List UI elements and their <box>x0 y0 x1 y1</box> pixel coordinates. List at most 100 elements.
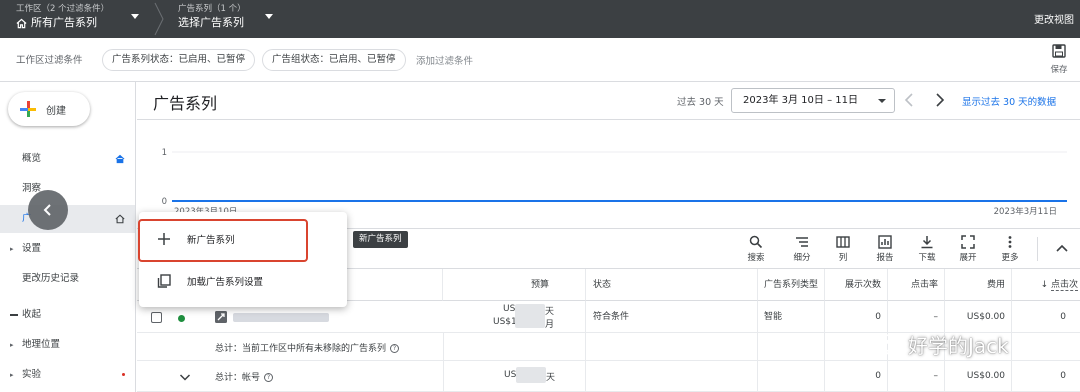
chevron-left-icon[interactable] <box>903 92 917 108</box>
columns-label: 列 <box>838 253 848 263</box>
expand-label: 展开 <box>959 253 977 263</box>
date-range-select[interactable]: 2023年 3月 10日 – 11日 <box>731 88 895 113</box>
create-label: 创建 <box>46 105 66 117</box>
search-label: 搜索 <box>747 253 765 263</box>
clicks-header-label: 点击次 <box>1050 280 1078 291</box>
top-bar: 工作区（2 个过滤条件） 所有广告系列 广告系列（1 个） 选择广告系列 更改视… <box>0 0 1080 38</box>
menu-item-load-settings[interactable]: 加载广告系列设置 <box>139 258 347 304</box>
help-icon[interactable]: ? <box>264 373 274 382</box>
workspace-selector[interactable]: 工作区（2 个过滤条件） 所有广告系列 <box>16 3 109 31</box>
chevron-right-icon[interactable] <box>932 92 946 108</box>
nav-item-overview[interactable]: 概览 <box>0 145 135 173</box>
nav-item-locations[interactable]: ▸ 地理位置 <box>0 331 135 359</box>
total-workspace-label: 总计：当前工作区中所有未移除的广告系列? <box>215 341 400 354</box>
search-button[interactable]: 搜索 <box>740 234 772 263</box>
reports-button[interactable]: 报告 <box>869 234 901 263</box>
budget-period-2: 月 <box>545 320 555 330</box>
cost-cell: US$0.00 <box>945 361 1012 391</box>
column-header-clicks[interactable]: ↓ 点击次 <box>1012 269 1080 301</box>
budget-redacted <box>516 367 546 383</box>
chevron-left-icon <box>43 204 51 216</box>
expand-button[interactable]: 展开 <box>952 234 984 263</box>
reports-label: 报告 <box>876 253 894 263</box>
column-header-budget[interactable]: 预算 <box>443 269 586 301</box>
y-tick-label: 0 <box>162 197 167 207</box>
column-header-ctr[interactable]: 点击率 <box>888 269 945 301</box>
search-icon <box>749 235 763 248</box>
fullscreen-icon <box>961 234 975 249</box>
segment-button[interactable]: 细分 <box>786 234 818 263</box>
create-button[interactable]: 创建 <box>8 92 90 126</box>
nav-item-experiments[interactable]: ▸ 实验 <box>0 361 135 389</box>
sort-arrow-icon: ↓ <box>1040 280 1051 290</box>
watermark: 好学的Jack <box>874 330 1009 359</box>
campaign-type-cell <box>758 333 825 360</box>
budget-period: 天 <box>546 373 556 383</box>
date-range-label: 过去 30 天 <box>677 97 724 108</box>
segment-icon <box>796 236 808 247</box>
nav-item-settings[interactable]: ▸ 设置 <box>0 235 135 263</box>
nav-item-label: 地理位置 <box>22 339 61 350</box>
total-account-label: 总计：帐号? <box>215 370 274 383</box>
download-label: 下载 <box>918 253 936 263</box>
copy-icon <box>157 274 171 288</box>
column-header-status[interactable]: 状态 <box>586 269 758 301</box>
date-range-value: 2023年 3月 10日 – 11日 <box>743 95 858 106</box>
tooltip: 新广告系列 <box>353 231 408 248</box>
page-title: 广告系列 <box>153 94 218 113</box>
status-cell <box>586 333 758 360</box>
smart-campaign-icon <box>215 311 227 323</box>
impressions-cell: 0 <box>825 301 888 332</box>
budget-period: 天 <box>545 307 555 317</box>
collapse-nav-button[interactable] <box>28 190 68 230</box>
nav-item-label: 实验 <box>22 369 42 380</box>
row-checkbox[interactable] <box>151 312 162 323</box>
budget-redacted <box>515 304 545 328</box>
y-tick-label: 1 <box>162 148 167 158</box>
columns-button[interactable]: 列 <box>827 234 859 263</box>
show-last-30-days-link[interactable]: 显示过去 30 天的数据 <box>962 94 1056 108</box>
campaign-type-cell <box>758 361 825 391</box>
workspace-filter-count: 工作区（2 个过滤条件） <box>16 4 110 14</box>
filter-chip-campaign-status[interactable]: 广告系列状态：已启用、已暂停 <box>102 49 256 71</box>
nav-item-change-history[interactable]: 更改历史记录 <box>0 265 135 293</box>
breadcrumb-separator-icon <box>154 2 164 36</box>
collapse-dash-icon <box>10 314 18 316</box>
download-button[interactable]: 下载 <box>911 234 943 263</box>
chevron-down-icon[interactable] <box>179 371 191 383</box>
left-nav: 创建 概览 洞察 广 ▸ 设置 更改历史记录 收起 ▸ 地理位置 ▸ 实验 <box>0 82 136 392</box>
help-icon[interactable]: ? <box>390 344 400 353</box>
highlight-annotation <box>138 219 308 262</box>
campaign-name: 选择广告系列 <box>178 16 244 29</box>
budget-cell <box>443 333 586 360</box>
more-button[interactable]: 更多 <box>994 234 1026 263</box>
chevron-down-icon[interactable] <box>131 14 139 19</box>
save-button[interactable]: 保存 <box>1048 44 1070 75</box>
filter-chip-adgroup-status[interactable]: 广告组状态：已启用、已暂停 <box>262 49 406 71</box>
column-header-campaign-type[interactable]: 广告系列类型 <box>758 269 825 301</box>
total-account-text: 总计：帐号 <box>215 373 261 383</box>
more-label: 更多 <box>1001 253 1019 263</box>
chevron-down-icon[interactable] <box>265 14 273 19</box>
nav-item-label: 概览 <box>22 153 42 164</box>
column-header-cost[interactable]: 费用 <box>945 269 1012 301</box>
home-icon <box>115 154 125 164</box>
change-view-button[interactable]: 更改视图 <box>1034 11 1074 26</box>
notification-dot <box>122 373 125 376</box>
campaign-name-redacted[interactable] <box>233 313 329 322</box>
add-filter-link[interactable]: 添加过滤条件 <box>416 53 473 67</box>
ctr-cell: – <box>888 301 945 332</box>
chevron-down-icon <box>878 99 886 103</box>
status-enabled-dot[interactable] <box>178 315 185 322</box>
table-row-total-account: 总计：帐号? US$ 天 0 – US$0.00 0 <box>137 361 1080 392</box>
nav-item-insights[interactable]: 洞察 <box>0 175 135 203</box>
campaign-selector[interactable]: 广告系列（1 个） 选择广告系列 <box>178 3 246 31</box>
expand-icon: ▸ <box>10 341 14 349</box>
nav-item-collapse[interactable]: 收起 <box>0 301 135 329</box>
watermark-text: 好学的Jack <box>908 334 1009 358</box>
column-header-impressions[interactable]: 展示次数 <box>825 269 888 301</box>
chevron-up-icon[interactable] <box>1055 241 1069 255</box>
filter-bar: 工作区过滤条件 广告系列状态：已启用、已暂停 广告组状态：已启用、已暂停 添加过… <box>0 38 1080 82</box>
ctr-cell: – <box>888 361 945 391</box>
budget-value-2: US$1 <box>493 317 517 327</box>
